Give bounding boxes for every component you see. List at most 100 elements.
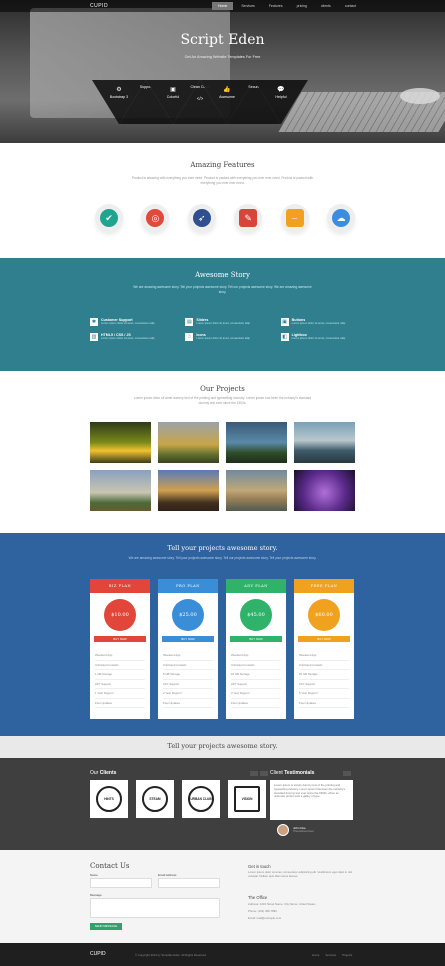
features-title: Amazing Features (190, 161, 255, 169)
plan-feature: Unlimited Contacts (299, 661, 349, 670)
plan-feature: Unlimited Contacts (231, 661, 281, 670)
cloud-icon: ☁ (331, 209, 350, 227)
buy-now-button[interactable]: BUY NOW (94, 636, 146, 642)
footer-link-projects[interactable]: Projects (342, 953, 352, 957)
plan-feature: 5 GB Storage (163, 670, 213, 680)
site-footer: CUPID © Copyright 2014 by Template Eden.… (0, 943, 445, 966)
project-thumbnail-field[interactable] (158, 422, 219, 463)
project-thumbnail-windmill[interactable] (90, 470, 151, 511)
feature-item: ⌣ (280, 204, 309, 232)
client-logo[interactable]: VISION (228, 780, 266, 818)
client-logo[interactable]: HINTS (90, 780, 128, 818)
triangle-label-helpful: Helpful (275, 95, 287, 99)
send-message-button[interactable]: SEND MESSAGE (90, 923, 122, 930)
buy-now-button[interactable]: BUY NOW (298, 636, 350, 642)
message-label: Message (90, 893, 102, 897)
feature-item: ➶ (187, 204, 216, 232)
plan-name: BIZ PLAN (90, 579, 150, 593)
office-title: The Office (248, 895, 268, 900)
projects-description: Lorem ipsum dolor sit amet dummy text of… (133, 396, 312, 405)
feature-item: ◎ (141, 204, 170, 232)
plan-feature: 1 GB Storage (95, 670, 145, 680)
plan-feature: 5 Year Support (299, 689, 349, 699)
plan-feature: Unlimited Contacts (95, 661, 145, 670)
nav-item-features[interactable]: Features (263, 2, 289, 10)
project-thumbnail-pier[interactable] (158, 470, 219, 511)
feature-item: ✔ (95, 204, 123, 232)
project-thumbnail-flowers[interactable] (294, 470, 355, 511)
pricing-plan-biz: BIZ PLAN $10.00 BUY NOW Weekend App Unli… (90, 579, 150, 719)
plan-price: $60.00 (308, 599, 340, 631)
lightbox-icon: ◧ (280, 333, 289, 341)
client-logo-mark: STEAM (142, 786, 168, 812)
plan-feature: 24/7 Support (95, 680, 145, 689)
projects-title: Our Projects (200, 385, 245, 393)
story-banner: Tell your projects awesome story. (0, 736, 445, 758)
pricing-description: We are amazing awesome story. Tell your … (128, 556, 317, 560)
nav-item-contact[interactable]: contact (339, 2, 362, 10)
projects-gallery (90, 422, 356, 511)
site-logo[interactable]: CUPID (90, 3, 108, 9)
hero-mouse-image (400, 88, 440, 104)
plan-feature: 10 GB Storage (231, 670, 281, 680)
main-menu: Home Services Features pricing clients c… (212, 2, 362, 10)
html5-icon: ▥ (90, 333, 98, 341)
client-logos: HINTS STEAM URBAN CLUB VISION (90, 780, 266, 818)
nav-item-home[interactable]: Home (212, 2, 234, 10)
story-item-text: Lorem ipsum dolor sit amet, consectetur … (196, 337, 250, 340)
pricing-plan-pro: PRO PLAN $25.00 BUY NOW Weekend App Unli… (158, 579, 218, 719)
plan-feature: 24/7 Support (231, 680, 281, 689)
footer-logo[interactable]: CUPID (90, 951, 106, 957)
basket-icon: ⌣ (285, 209, 304, 227)
plan-feature-list: Weekend App Unlimited Contacts 1 GB Stor… (95, 651, 145, 708)
clients-heading-plain: Our (90, 770, 99, 776)
message-field[interactable] (90, 898, 220, 918)
email-field[interactable] (158, 878, 220, 888)
story-item-text: Lorem ipsum dolor sit amet, consectetur … (291, 337, 346, 340)
testimonials-next-arrow[interactable] (343, 771, 351, 776)
project-thumbnail-person-shore[interactable] (294, 422, 355, 463)
testimonials-heading: Client Testimonials (270, 770, 314, 776)
plan-feature: 2 Year Support (163, 689, 213, 699)
nav-item-clients[interactable]: clients (315, 2, 337, 10)
project-thumbnail-coast[interactable] (226, 470, 287, 511)
story-item: ☆ Icons Lorem ipsum dolor sit amet, consec… (185, 333, 274, 341)
support-icon: ✱ (90, 318, 98, 326)
top-navbar: CUPID Home Services Features pricing cli… (0, 0, 445, 12)
client-logo[interactable]: URBAN CLUB (182, 780, 220, 818)
name-field[interactable] (90, 878, 152, 888)
slider-icon: ▤ (185, 318, 194, 326)
client-logo[interactable]: STEAM (136, 780, 174, 818)
checkmark-icon: ✔ (100, 209, 118, 227)
banner-title: Tell your projects awesome story. (167, 742, 278, 750)
buy-now-button[interactable]: BUY NOW (230, 636, 282, 642)
project-thumbnail-tree-sunset[interactable] (90, 422, 151, 463)
clients-prev-arrow[interactable] (250, 771, 258, 776)
nav-item-pricing[interactable]: pricing (291, 2, 313, 10)
plan-feature: 24/7 Support (299, 680, 349, 689)
plan-price: $25.00 (172, 599, 204, 631)
story-title: Awesome Story (195, 271, 250, 279)
office-phone: Phone: (123) 456-7890 (248, 909, 277, 913)
pricing-plans: BIZ PLAN $10.00 BUY NOW Weekend App Unli… (90, 579, 354, 719)
contact-section: Contact Us Name Email Address Message SE… (0, 850, 445, 943)
footer-links: Home Services Projects (312, 953, 352, 957)
nav-item-services[interactable]: Services (235, 2, 260, 10)
footer-link-services[interactable]: Services (325, 953, 336, 957)
office-address: Address: 1234 Street Name, City Name, Un… (248, 902, 316, 906)
story-item: ▥ HTML5 / CSS / JS Lorem ipsum dolor sit a… (90, 333, 179, 341)
plan-price: $45.00 (240, 599, 272, 631)
pricing-plan-adv: ADV PLAN $45.00 BUY NOW Weekend App Unli… (226, 579, 286, 719)
story-item: ◧ Lightbox Lorem ipsum dolor sit amet, con… (280, 333, 370, 341)
plan-feature: Free Updates (299, 699, 349, 708)
feature-item: ✎ (234, 204, 263, 232)
footer-link-home[interactable]: Home (312, 953, 319, 957)
clients-next-arrow[interactable] (260, 771, 268, 776)
get-in-touch-text: Lorem ipsum dolor sit amet, consectetur … (248, 870, 353, 878)
project-thumbnail-lake[interactable] (226, 422, 287, 463)
pricing-plan-free: FREE PLAN $60.00 BUY NOW Weekend App Unl… (294, 579, 354, 719)
story-item-text: Lorem ipsum dolor sit amet, consectetur … (101, 337, 155, 340)
story-section: Awesome Story We are amazing awesome sto… (0, 258, 445, 371)
buy-now-button[interactable]: BUY NOW (162, 636, 214, 642)
testimonial-quote: Lorem ipsum is simply dummy text of the … (270, 780, 353, 820)
